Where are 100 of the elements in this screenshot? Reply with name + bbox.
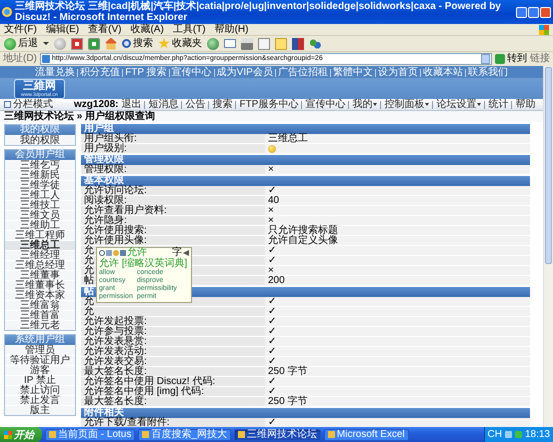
- value-cell: 250 字节: [265, 397, 530, 406]
- value-cell: ✓: [265, 377, 530, 386]
- nav-link[interactable]: FTP服务中心: [239, 100, 298, 110]
- sidebar-item[interactable]: 三维新民: [5, 170, 75, 180]
- windows-flag-icon: [4, 430, 12, 438]
- browser-logo-icon: [2, 7, 12, 17]
- nav-link[interactable]: 我的: [352, 100, 378, 110]
- sidebar-item[interactable]: 禁止发言: [5, 395, 75, 405]
- label-cell: 允许使用头像:: [81, 236, 265, 245]
- maximize-button[interactable]: [528, 6, 539, 18]
- sidebar-item[interactable]: 三维董事: [5, 270, 75, 280]
- go-button[interactable]: 转到: [495, 54, 527, 64]
- value-cell: 250 字节: [265, 367, 530, 376]
- top-link[interactable]: 设为首页: [378, 67, 418, 78]
- layout-toggle-link[interactable]: 分栏模式: [13, 100, 53, 110]
- sidebar-item[interactable]: 版主: [5, 405, 75, 415]
- sidebar-item[interactable]: 三维经理: [5, 250, 75, 260]
- search-icon: [122, 39, 131, 48]
- popup-word: 允许: [127, 248, 147, 258]
- value-cell: ×: [265, 206, 530, 215]
- back-button[interactable]: 后退: [4, 38, 38, 50]
- sidebar-item[interactable]: 三维总经理: [5, 260, 75, 270]
- sidebar-item[interactable]: 三维技工: [5, 200, 75, 210]
- top-link[interactable]: 积分充值: [80, 67, 120, 78]
- nav-link[interactable]: 控制面板: [384, 100, 430, 110]
- username: wzg1208:: [74, 100, 118, 110]
- top-link[interactable]: 联系我们: [468, 67, 508, 78]
- sidebar-item[interactable]: 管理员: [5, 345, 75, 355]
- label-cell: 允许下载/查看附件:: [81, 418, 265, 427]
- value-cell: 只允许搜索标题: [265, 226, 530, 235]
- language-indicator[interactable]: CH: [488, 430, 502, 440]
- note-icon[interactable]: [275, 38, 287, 50]
- top-link[interactable]: 繁體中文: [332, 67, 373, 78]
- search-icon[interactable]: [99, 250, 105, 256]
- value-cell: ✓: [265, 297, 530, 306]
- sidebar-item[interactable]: 三维富翁: [5, 300, 75, 310]
- sidebar-item[interactable]: 三维元老: [5, 320, 75, 330]
- value-cell: ✓: [265, 337, 530, 346]
- sidebar-item[interactable]: 等待验证用户: [5, 355, 75, 365]
- top-link[interactable]: 广告位招租: [278, 67, 328, 78]
- taskbar-button[interactable]: Microsoft Excel: [324, 428, 409, 440]
- home-icon[interactable]: [105, 38, 117, 50]
- sidebar-item[interactable]: 三维资本家: [5, 290, 75, 300]
- scrollbar-thumb[interactable]: [545, 67, 552, 264]
- minimize-button[interactable]: [516, 6, 527, 18]
- sidebar-item[interactable]: 三维首富: [5, 310, 75, 320]
- close-button[interactable]: [540, 6, 551, 18]
- sidebar-item[interactable]: 禁止访问: [5, 385, 75, 395]
- menu-item[interactable]: 编辑(E): [46, 24, 80, 34]
- label-cell: 允许隐身:: [81, 216, 265, 225]
- sidebar-item[interactable]: 三维文员: [5, 210, 75, 220]
- nav-link[interactable]: 帮助: [515, 100, 536, 110]
- links-label[interactable]: 链接: [530, 54, 550, 64]
- nav-link[interactable]: 公告: [185, 100, 206, 110]
- nav-link[interactable]: 短消息: [148, 100, 178, 110]
- taskbar-button[interactable]: 当前页面 - Lotus: [45, 428, 136, 440]
- nav-link[interactable]: 搜索: [212, 100, 232, 110]
- caret-icon[interactable]: [43, 42, 49, 45]
- sidebar-item[interactable]: 游客: [5, 365, 75, 375]
- messenger-icon[interactable]: [309, 38, 321, 50]
- top-link[interactable]: 收藏本站: [422, 67, 463, 78]
- taskbar-button[interactable]: 三维网技术论坛: [234, 428, 321, 440]
- taskbar-button[interactable]: 百度搜索_网技大: [138, 428, 231, 440]
- sidebar-item[interactable]: 三维董事长: [5, 280, 75, 290]
- sidebar-item[interactable]: 三维总工: [5, 240, 75, 250]
- search-button[interactable]: 搜索: [122, 38, 153, 48]
- sidebar-item[interactable]: IP 禁止: [5, 375, 75, 385]
- label-cell: 允许使用搜索:: [81, 226, 265, 235]
- sidebar-item[interactable]: 我的权限: [5, 135, 75, 145]
- nav-link[interactable]: 论坛设置: [436, 100, 482, 110]
- sidebar-heading: 会员用户组: [5, 150, 75, 160]
- sidebar-item[interactable]: 三维乞丐: [5, 160, 75, 170]
- menu-item[interactable]: 帮助(H): [214, 24, 248, 34]
- value-cell: ✓: [265, 256, 530, 265]
- favorites-button[interactable]: 收藏夹: [158, 38, 202, 50]
- top-link[interactable]: 成为VIP会员: [216, 67, 273, 78]
- menu-item[interactable]: 查看(V): [88, 24, 122, 34]
- nav-link[interactable]: 退出: [121, 100, 142, 110]
- value-cell: ✓: [265, 357, 530, 366]
- label-cell: 允许发表交易:: [81, 357, 265, 366]
- menu-item[interactable]: 工具(T): [172, 24, 206, 34]
- window-title: 三维网技术论坛 三维|cad|机械|汽车|技术|catia|pro/e|ug|inventor|solidedge|solidworks|caxa - Powered by Discuz! - Microsoft Internet Explorer: [15, 1, 502, 23]
- value-cell: 40: [265, 196, 530, 205]
- sidebar-item[interactable]: 三维助工: [5, 220, 75, 230]
- window-icon: [328, 431, 335, 438]
- menu-item[interactable]: 收藏(A): [130, 24, 164, 34]
- label-cell: 允许发表活动:: [81, 347, 265, 356]
- menu-item[interactable]: 文件(F): [4, 24, 37, 34]
- mode-button[interactable]: 字: [172, 248, 182, 258]
- top-link[interactable]: 宣传中心: [172, 67, 212, 78]
- value-cell: 三维总工: [265, 134, 530, 143]
- sidebar-item[interactable]: 三维工人: [5, 190, 75, 200]
- sidebar-item[interactable]: 三维学徒: [5, 180, 75, 190]
- start-button[interactable]: 开始: [0, 427, 42, 442]
- mail-icon[interactable]: [224, 39, 236, 48]
- scrollbar[interactable]: [543, 66, 553, 427]
- nav-link[interactable]: 宣传中心: [305, 100, 346, 110]
- top-link[interactable]: FTP 搜索: [125, 67, 167, 78]
- top-link[interactable]: 流量兑换: [35, 67, 76, 78]
- nav-link[interactable]: 统计: [488, 100, 508, 110]
